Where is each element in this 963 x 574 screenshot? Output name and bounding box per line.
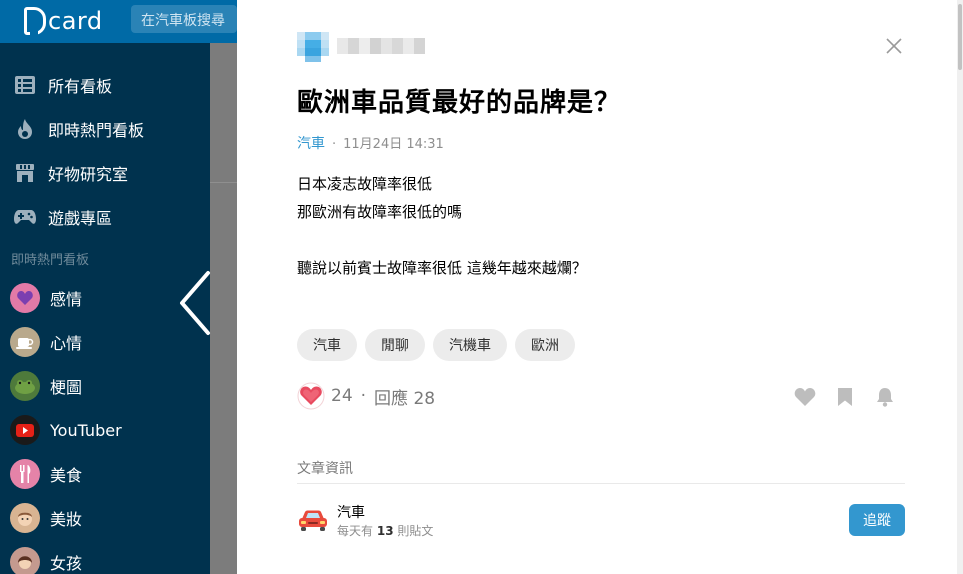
board-label: 心情 — [50, 334, 83, 353]
tag-chip[interactable]: 閒聊 — [365, 329, 425, 361]
sidebar-board-girls[interactable]: 女孩 — [0, 540, 210, 574]
post-actions — [792, 384, 912, 410]
like-heart-icon[interactable] — [792, 384, 818, 410]
face-avatar-icon — [10, 503, 40, 533]
board-label: 美妝 — [50, 510, 83, 529]
post-body-line — [297, 226, 587, 254]
sidebar-item-label: 即時熱門看板 — [48, 121, 145, 140]
post-tags: 汽車 閒聊 汽機車 歐洲 — [297, 329, 583, 361]
sidebar-item-games[interactable]: 遊戲專區 — [0, 195, 210, 239]
board-label: 感情 — [50, 290, 83, 309]
post-modal: 歐洲車品質最好的品牌是？ 汽車 · 11月24日 14:31 日本凌志故障率很低 那… — [237, 0, 957, 574]
post-info-title: 文章資訊 — [297, 461, 353, 477]
tag-chip[interactable]: 歐洲 — [515, 329, 575, 361]
sidebar-item-label: 所有看板 — [48, 77, 113, 96]
fork-avatar-icon — [10, 459, 40, 489]
daily-suffix: 則貼文 — [397, 524, 434, 538]
bookmark-icon[interactable] — [832, 384, 858, 410]
search-input[interactable]: 在汽車板搜尋 — [131, 5, 237, 33]
scrollbar-track[interactable] — [957, 0, 963, 574]
follow-button[interactable]: 追蹤 — [849, 504, 905, 536]
coffee-avatar-icon — [10, 327, 40, 357]
sidebar-item-goods-lab[interactable]: 好物研究室 — [0, 151, 210, 195]
scrollbar-thumb[interactable] — [958, 4, 962, 70]
post-meta: 汽車 · 11月24日 14:31 — [297, 133, 444, 153]
board-daily-posts: 每天有 13 則貼文 — [337, 522, 433, 539]
sidebar-board-meme[interactable]: 梗圖 — [0, 364, 210, 408]
youtube-avatar-icon — [10, 415, 40, 445]
gamepad-icon — [14, 206, 36, 228]
tag-chip[interactable]: 汽車 — [297, 329, 357, 361]
post-timestamp: 11月24日 14:31 — [343, 137, 444, 152]
sidebar-item-label: 好物研究室 — [48, 165, 129, 184]
girl-avatar-icon — [10, 547, 40, 574]
tag-chip[interactable]: 汽機車 — [433, 329, 507, 361]
daily-prefix: 每天有 — [337, 524, 374, 538]
close-icon[interactable] — [882, 34, 906, 58]
section-divider — [297, 483, 905, 484]
heart-avatar-icon — [10, 283, 40, 313]
meta-separator: · — [332, 137, 337, 152]
post-title: 歐洲車品質最好的品牌是？ — [297, 88, 622, 118]
author-avatar[interactable] — [297, 32, 329, 62]
sidebar-item-hot-boards[interactable]: 即時熱門看板 — [0, 107, 210, 151]
post-board-link[interactable]: 汽車 — [297, 136, 325, 152]
author-name-blurred — [337, 38, 425, 54]
like-count: 24 — [331, 386, 353, 406]
reaction-separator: · — [360, 386, 367, 406]
board-label: 梗圖 — [50, 378, 83, 397]
logo-d-mark — [24, 7, 46, 35]
board-card-name[interactable]: 汽車 — [337, 502, 365, 522]
reply-count[interactable]: 回應 28 — [374, 384, 435, 409]
dcard-logo[interactable]: card — [24, 6, 103, 36]
sidebar-item-all-boards[interactable]: 所有看板 — [0, 63, 210, 107]
sidebar-board-food[interactable]: 美食 — [0, 452, 210, 496]
bell-icon[interactable] — [872, 384, 898, 410]
board-label: 美食 — [50, 466, 83, 485]
frog-avatar-icon — [10, 371, 40, 401]
post-reactions: 24 · 回應 28 — [297, 382, 435, 410]
logo-text: card — [48, 7, 103, 35]
board-label: 女孩 — [50, 554, 83, 573]
car-icon[interactable] — [297, 503, 329, 535]
sidebar-item-label: 遊戲專區 — [48, 209, 113, 228]
backdrop-divider — [210, 182, 237, 183]
previous-post-arrow-icon[interactable] — [178, 270, 218, 336]
post-body: 日本凌志故障率很低 那歐洲有故障率很低的嗎 聽說以前賓士故障率很低 這幾年越來越… — [297, 170, 587, 282]
daily-count: 13 — [376, 524, 394, 538]
store-icon — [14, 162, 36, 184]
sidebar-board-youtuber[interactable]: YouTuber — [0, 408, 210, 452]
post-body-line: 日本凌志故障率很低 — [297, 175, 433, 193]
post-body-line: 那歐洲有故障率很低的嗎 — [297, 203, 463, 221]
sidebar-board-makeup[interactable]: 美妝 — [0, 496, 210, 540]
list-icon — [14, 74, 36, 96]
board-label: YouTuber — [50, 420, 122, 440]
flame-icon — [14, 118, 36, 140]
heart-reaction-icon[interactable] — [297, 382, 325, 410]
post-body-line: 聽說以前賓士故障率很低 這幾年越來越爛？ — [297, 259, 587, 277]
